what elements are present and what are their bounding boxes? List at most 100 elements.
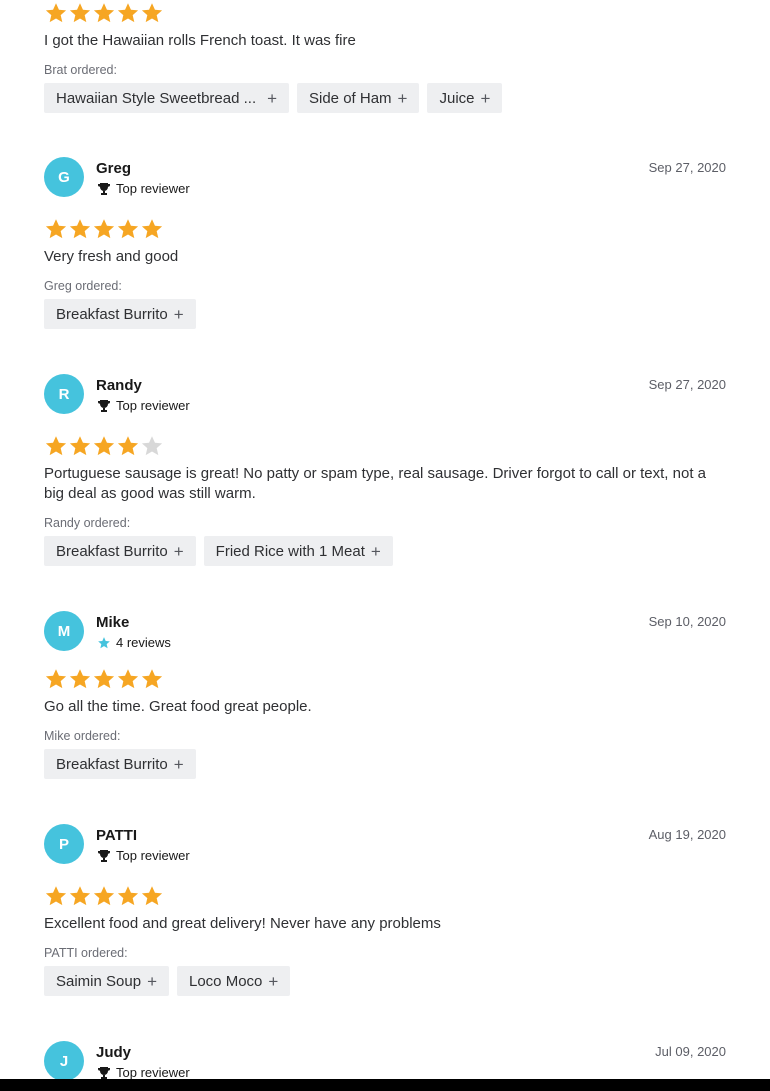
menu-item-label: Fried Rice with 1 Meat [215, 542, 365, 560]
plus-icon: + [173, 541, 184, 561]
menu-item-chip[interactable]: Fried Rice with 1 Meat + [203, 536, 393, 566]
star-filled-icon [68, 217, 92, 241]
review-card: I got the Hawaiian rolls French toast. I… [44, 1, 726, 113]
menu-item-label: Hawaiian Style Sweetbread ... [56, 89, 257, 107]
trophy-icon [96, 1066, 112, 1080]
star-rating [44, 217, 726, 241]
badge-label: 4 reviews [116, 635, 171, 650]
review-text: Very fresh and good [44, 248, 179, 265]
ordered-label: PATTI ordered: [44, 946, 128, 960]
review-text: Portuguese sausage is great! No patty or… [44, 465, 707, 502]
badge-label: Top reviewer [116, 398, 190, 413]
star-filled-icon [116, 884, 140, 908]
ordered-label: Greg ordered: [44, 279, 122, 293]
avatar: P [44, 824, 84, 864]
star-filled-icon [140, 884, 164, 908]
star-filled-icon [44, 1, 68, 25]
star-filled-icon [92, 884, 116, 908]
review-header: M Mike 4 reviews Sep 10, 2020 [44, 611, 726, 665]
menu-item-label: Breakfast Burrito [56, 755, 168, 773]
trophy-icon [96, 849, 112, 863]
star-filled-icon [140, 1, 164, 25]
plus-icon: + [267, 88, 277, 108]
menu-item-label: Side of Ham [309, 89, 392, 107]
reviewer-name: Judy [96, 1044, 132, 1061]
review-card: R Randy Top reviewer Sep 27, 2020 Portug… [44, 374, 726, 566]
menu-item-label: Breakfast Burrito [56, 542, 168, 560]
ordered-label: Mike ordered: [44, 729, 121, 743]
badge-label: Top reviewer [116, 848, 190, 863]
menu-item-chip[interactable]: Hawaiian Style Sweetbread ... + [44, 83, 289, 113]
trophy-icon [96, 182, 112, 196]
reviewer-name: Randy [96, 377, 142, 394]
star-filled-icon [44, 217, 68, 241]
plus-icon: + [173, 304, 184, 324]
review-date: Sep 27, 2020 [648, 160, 726, 175]
review-text: Go all the time. Great food great people… [44, 698, 312, 715]
menu-item-chip[interactable]: Side of Ham + [297, 83, 420, 113]
reviewer-badge: 4 reviews [96, 635, 171, 650]
menu-item-chip[interactable]: Breakfast Burrito + [44, 536, 196, 566]
menu-item-chip[interactable]: Saimin Soup + [44, 966, 169, 996]
avatar: G [44, 157, 84, 197]
star-filled-icon [116, 667, 140, 691]
avatar: J [44, 1041, 84, 1081]
ordered-label: Brat ordered: [44, 63, 117, 77]
plus-icon: + [147, 971, 157, 991]
ordered-items: Breakfast Burrito + [44, 299, 726, 329]
star-filled-icon [116, 217, 140, 241]
star-filled-icon [92, 1, 116, 25]
avatar: R [44, 374, 84, 414]
reviewer-name: Greg [96, 160, 132, 177]
star-filled-icon [44, 884, 68, 908]
review-card: M Mike 4 reviews Sep 10, 2020 Go all the… [44, 611, 726, 779]
ordered-items: Breakfast Burrito + [44, 749, 726, 779]
star-icon [96, 636, 112, 650]
star-empty-icon [140, 434, 164, 458]
star-rating [44, 1, 726, 25]
menu-item-chip[interactable]: Juice + [427, 83, 503, 113]
star-filled-icon [44, 434, 68, 458]
star-filled-icon [116, 1, 140, 25]
reviewer-badge: Top reviewer [96, 181, 190, 196]
menu-item-chip[interactable]: Breakfast Burrito + [44, 299, 196, 329]
star-filled-icon [68, 1, 92, 25]
star-filled-icon [140, 217, 164, 241]
review-text: Excellent food and great delivery! Never… [44, 915, 441, 932]
menu-item-label: Saimin Soup [56, 972, 142, 990]
review-date: Jul 09, 2020 [655, 1044, 726, 1059]
reviewer-badge: Top reviewer [96, 398, 190, 413]
reviewer-name: Mike [96, 614, 130, 631]
star-filled-icon [68, 884, 92, 908]
star-rating [44, 667, 726, 691]
trophy-icon [96, 399, 112, 413]
plus-icon: + [370, 541, 381, 561]
review-date: Sep 27, 2020 [648, 377, 726, 392]
plus-icon: + [397, 88, 408, 108]
reviewer-badge: Top reviewer [96, 848, 190, 863]
plus-icon: + [173, 754, 184, 774]
star-filled-icon [92, 434, 116, 458]
avatar: M [44, 611, 84, 651]
review-header: P PATTI Top reviewer Aug 19, 2020 [44, 824, 726, 878]
ordered-items: Hawaiian Style Sweetbread ... + Side of H… [44, 83, 726, 113]
plus-icon: + [480, 88, 491, 108]
review-text: I got the Hawaiian rolls French toast. I… [44, 32, 356, 49]
review-date: Sep 10, 2020 [648, 614, 726, 629]
star-filled-icon [68, 434, 92, 458]
star-filled-icon [116, 434, 140, 458]
menu-item-label: Loco Moco [189, 972, 263, 990]
ordered-items: Breakfast Burrito + Fried Rice with 1 Mea… [44, 536, 726, 566]
review-date: Aug 19, 2020 [648, 827, 726, 842]
bottom-bar [0, 1079, 770, 1091]
review-header: G Greg Top reviewer Sep 27, 2020 [44, 157, 726, 211]
menu-item-chip[interactable]: Breakfast Burrito + [44, 749, 196, 779]
reviewer-name: PATTI [96, 827, 138, 844]
star-filled-icon [140, 667, 164, 691]
star-rating [44, 884, 726, 908]
review-card: G Greg Top reviewer Sep 27, 2020 Very fr… [44, 157, 726, 329]
menu-item-chip[interactable]: Loco Moco + [177, 966, 291, 996]
review-card: P PATTI Top reviewer Aug 19, 2020 Excell… [44, 824, 726, 996]
reviewer-badge: Top reviewer [96, 1065, 190, 1080]
star-filled-icon [68, 667, 92, 691]
